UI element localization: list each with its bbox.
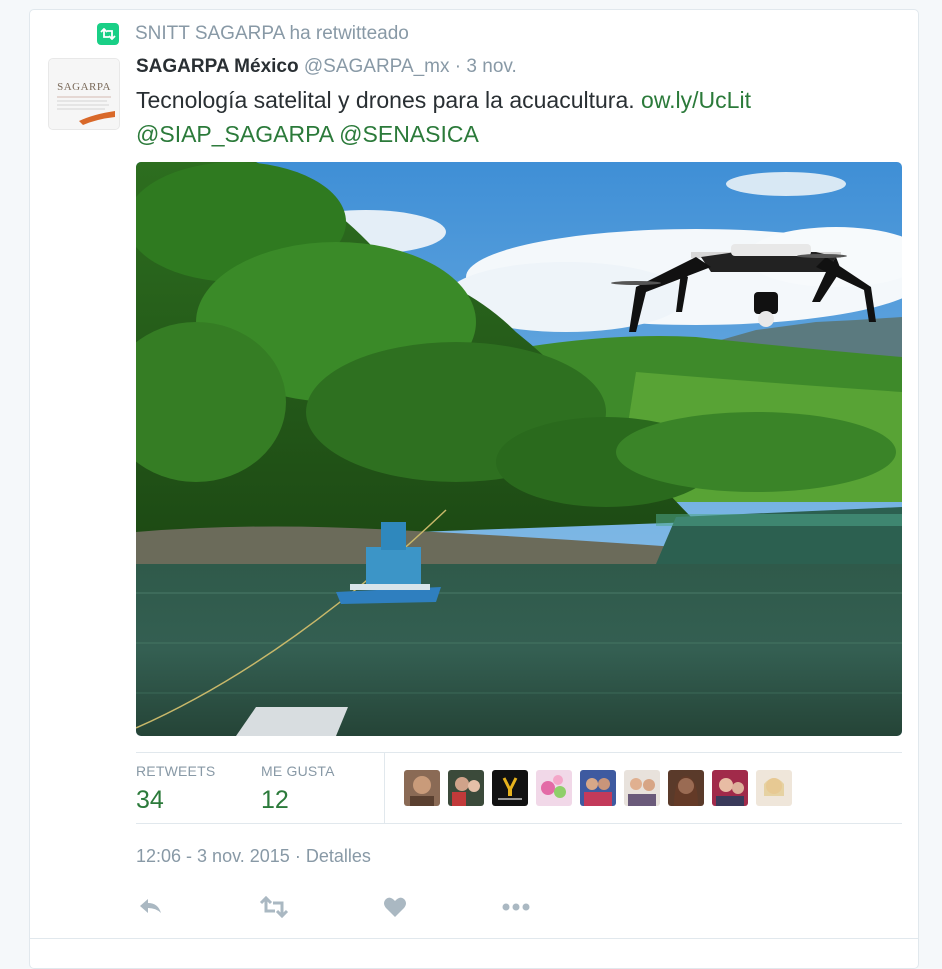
separator-dot: · — [454, 56, 462, 77]
details-link[interactable]: Detalles — [306, 846, 371, 866]
likes-stat[interactable]: ME GUSTA 12 — [261, 763, 335, 815]
divider — [384, 752, 385, 824]
retweets-count: 34 — [136, 786, 164, 814]
more-button[interactable] — [501, 893, 531, 921]
liker-avatar[interactable] — [492, 770, 528, 806]
liker-avatar[interactable] — [668, 770, 704, 806]
drone-lake-photo — [136, 162, 902, 736]
tweet-time[interactable]: 3 nov. — [466, 56, 516, 77]
liker-avatar[interactable] — [712, 770, 748, 806]
retweet-icon — [259, 896, 289, 918]
mention-senasica[interactable]: @SENASICA — [339, 121, 479, 147]
mention-siap[interactable]: @SIAP_SAGARPA — [136, 121, 333, 147]
tweet-body: Tecnología satelital y drones para la ac… — [136, 87, 635, 113]
avatar-logo-text: SAGARPA — [57, 81, 111, 93]
author-avatar[interactable]: SAGARPA — [48, 58, 120, 130]
liker-avatar[interactable] — [580, 770, 616, 806]
retweet-stat[interactable]: RETWEETS 34 — [136, 763, 215, 815]
divider — [136, 752, 902, 753]
tweet-photo[interactable] — [136, 162, 902, 736]
author-handle[interactable]: @SAGARPA_mx — [304, 56, 450, 77]
more-icon — [502, 903, 530, 911]
liker-avatar[interactable] — [624, 770, 660, 806]
liker-avatar[interactable] — [448, 770, 484, 806]
retweet-context: SNITT SAGARPA ha retwitteado — [97, 23, 409, 45]
retweet-button[interactable] — [259, 893, 289, 921]
reply-icon — [140, 899, 161, 913]
liker-avatar[interactable] — [536, 770, 572, 806]
reply-button[interactable] — [136, 893, 166, 921]
likes-count: 12 — [261, 786, 289, 814]
tweet-link[interactable]: ow.ly/UcLit — [641, 87, 751, 113]
likes-label: ME GUSTA — [261, 763, 335, 779]
retweet-icon — [97, 23, 119, 45]
timestamp-text: 12:06 - 3 nov. 2015 — [136, 846, 290, 866]
tweet-text: Tecnología satelital y drones para la ac… — [136, 83, 896, 151]
like-button[interactable] — [380, 893, 410, 921]
liker-avatars — [404, 770, 800, 806]
retweeter-link[interactable]: SNITT SAGARPA ha retwitteado — [135, 23, 409, 45]
divider — [136, 823, 902, 824]
divider — [29, 938, 919, 939]
liker-avatar[interactable] — [756, 770, 792, 806]
tweet-timestamp: 12:06 - 3 nov. 2015 · Detalles — [136, 846, 371, 867]
retweets-label: RETWEETS — [136, 763, 216, 779]
heart-icon — [384, 897, 406, 917]
author-name[interactable]: SAGARPA México — [136, 56, 299, 77]
liker-avatar[interactable] — [404, 770, 440, 806]
tweet-header: SAGARPA México @SAGARPA_mx · 3 nov. — [136, 54, 517, 80]
separator-dot: · — [294, 846, 301, 866]
